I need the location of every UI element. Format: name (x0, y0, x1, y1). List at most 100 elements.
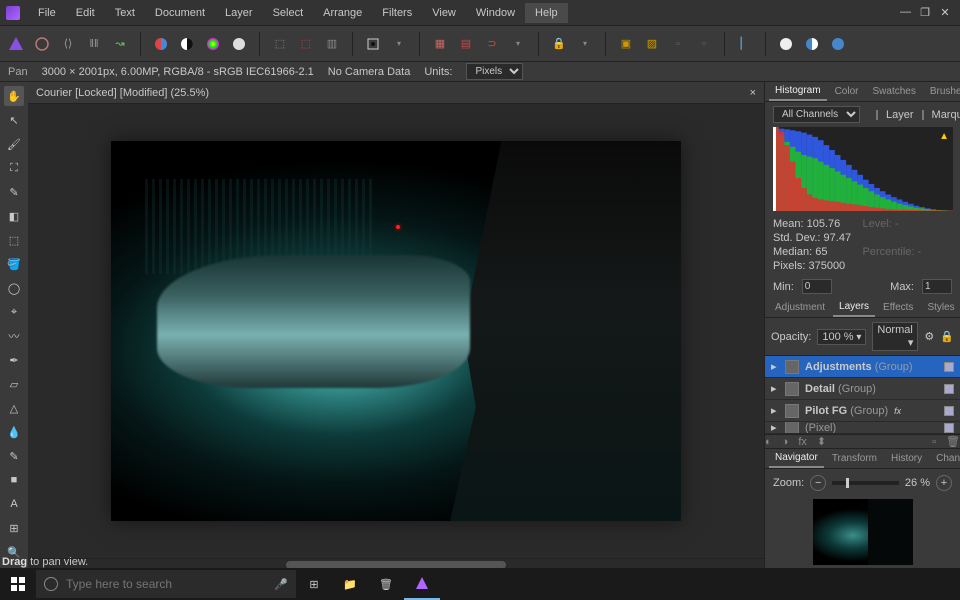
export-icon[interactable]: ↝ (110, 34, 130, 54)
eraser-tool[interactable]: ▱ (4, 374, 24, 394)
hue-tool[interactable]: ◯ (4, 278, 24, 298)
zoom-slider[interactable] (832, 481, 899, 485)
tab-channels[interactable]: Channels (930, 450, 960, 467)
dropdown-icon[interactable]: ▾ (389, 34, 409, 54)
persona-icon[interactable] (6, 34, 26, 54)
blur-tool[interactable]: 💧 (4, 422, 24, 442)
tab-transform[interactable]: Transform (826, 450, 883, 467)
menu-arrange[interactable]: Arrange (313, 3, 372, 23)
expand-icon[interactable]: ▸ (771, 404, 779, 417)
add-layer-icon[interactable]: ▫ (932, 436, 936, 448)
mesh-tool[interactable]: ⊞ (4, 518, 24, 538)
dropdown-icon[interactable]: ▾ (575, 34, 595, 54)
lock-layer-icon[interactable]: 🔒 (940, 330, 954, 343)
text-tool[interactable]: A (4, 494, 24, 514)
gear-icon[interactable]: ⚙ (924, 330, 934, 343)
liquify-icon[interactable] (32, 34, 52, 54)
expand-icon[interactable]: ▸ (771, 382, 779, 395)
crop-tool[interactable]: ⛶ (4, 158, 24, 178)
guides-icon[interactable]: ▤ (456, 34, 476, 54)
menu-layer[interactable]: Layer (215, 3, 263, 23)
min-input[interactable] (802, 279, 832, 294)
layer-checkbox[interactable] (876, 110, 878, 120)
close-button[interactable]: ✕ (940, 6, 950, 19)
mask-layer-icon[interactable]: ◐ (765, 436, 772, 448)
swatch-icon[interactable] (151, 34, 171, 54)
menu-document[interactable]: Document (145, 3, 215, 23)
channel-select[interactable]: All Channels (773, 106, 860, 123)
tab-histogram[interactable]: Histogram (769, 82, 827, 101)
visibility-checkbox[interactable] (944, 406, 954, 416)
heal-tool[interactable]: ✎ (4, 182, 24, 202)
layer-row[interactable]: ▸ (Pixel) (765, 422, 960, 434)
expand-icon[interactable]: ▸ (771, 422, 779, 434)
menu-text[interactable]: Text (105, 3, 145, 23)
menu-edit[interactable]: Edit (66, 3, 105, 23)
pen-tool[interactable]: ✎ (4, 446, 24, 466)
move-down-icon[interactable]: ▫ (694, 34, 714, 54)
zoom-out-button[interactable]: − (810, 475, 826, 491)
ink-tool[interactable]: ✒ (4, 350, 24, 370)
arrange-fwd-icon[interactable]: ▨ (642, 34, 662, 54)
tab-swatches[interactable]: Swatches (866, 83, 921, 100)
layer-row[interactable]: ▸Adjustments (Group) (765, 356, 960, 378)
align-left-icon[interactable]: ▏ (735, 34, 755, 54)
visibility-checkbox[interactable] (944, 362, 954, 372)
tab-color[interactable]: Color (829, 83, 865, 100)
layer-row[interactable]: ▸Pilot FG (Group)fx (765, 400, 960, 422)
selection-red-icon[interactable]: ⬚ (296, 34, 316, 54)
brush-tool[interactable]: 🖌 (4, 134, 24, 154)
max-input[interactable] (922, 279, 952, 294)
canvas-viewport[interactable] (28, 104, 764, 558)
menu-filters[interactable]: Filters (372, 3, 422, 23)
adjust-icon[interactable] (802, 34, 822, 54)
tab-adjustment[interactable]: Adjustment (769, 299, 831, 316)
grid-icon[interactable]: ▦ (430, 34, 450, 54)
task-view-icon[interactable]: ⊞ (296, 568, 332, 600)
shape-tool[interactable]: △ (4, 398, 24, 418)
move-up-icon[interactable]: ▫ (668, 34, 688, 54)
menu-help[interactable]: Help (525, 3, 568, 23)
arrow-tool[interactable]: ↖ (4, 110, 24, 130)
tab-history[interactable]: History (885, 450, 928, 467)
layer-row[interactable]: ▸Detail (Group) (765, 378, 960, 400)
blend-select[interactable]: Normal ▾ (872, 322, 918, 351)
marquee-tool[interactable]: ⬚ (4, 230, 24, 250)
visibility-checkbox[interactable] (944, 423, 954, 433)
close-tab-icon[interactable]: × (750, 87, 756, 99)
start-button[interactable] (0, 568, 36, 600)
mic-icon[interactable]: 🎤 (274, 578, 288, 591)
zoom-in-button[interactable]: + (936, 475, 952, 491)
tab-styles[interactable]: Styles (921, 299, 960, 316)
units-select[interactable]: Pixels (466, 63, 523, 80)
fx-layer-icon[interactable]: fx (798, 436, 807, 448)
tab-navigator[interactable]: Navigator (769, 449, 824, 468)
marquee-checkbox[interactable] (922, 110, 924, 120)
selection-icon[interactable]: ⬚ (270, 34, 290, 54)
navigator-thumbnail[interactable] (813, 499, 913, 565)
explorer-icon[interactable]: 📁 (332, 568, 368, 600)
soft-icon[interactable] (229, 34, 249, 54)
arrange-back-icon[interactable]: ▣ (616, 34, 636, 54)
dropdown-icon[interactable]: ▾ (508, 34, 528, 54)
tone-icon[interactable]: ‖‖ (84, 34, 104, 54)
fx-icon[interactable] (828, 34, 848, 54)
menu-select[interactable]: Select (263, 3, 314, 23)
tab-effects[interactable]: Effects (877, 299, 919, 316)
hue-icon[interactable] (203, 34, 223, 54)
menu-window[interactable]: Window (466, 3, 525, 23)
delete-layer-icon[interactable]: 🗑 (946, 435, 960, 448)
lock-icon[interactable]: 🔒 (549, 34, 569, 54)
mask-icon[interactable] (776, 34, 796, 54)
taskbar-search[interactable]: 🎤 (36, 570, 296, 598)
merge-icon[interactable]: ⬍ (817, 435, 826, 448)
contrast-icon[interactable] (177, 34, 197, 54)
fill-tool[interactable]: 🪣 (4, 254, 24, 274)
document-tab[interactable]: Courier [Locked] [Modified] (25.5%) (36, 87, 209, 99)
opacity-select[interactable]: 100 % ▾ (817, 329, 866, 345)
recycle-icon[interactable]: 🗑 (368, 568, 404, 600)
search-input[interactable] (66, 577, 266, 591)
tab-layers[interactable]: Layers (833, 298, 875, 317)
expand-icon[interactable]: ▸ (771, 360, 779, 373)
paint-tool[interactable]: 〰 (4, 326, 24, 346)
